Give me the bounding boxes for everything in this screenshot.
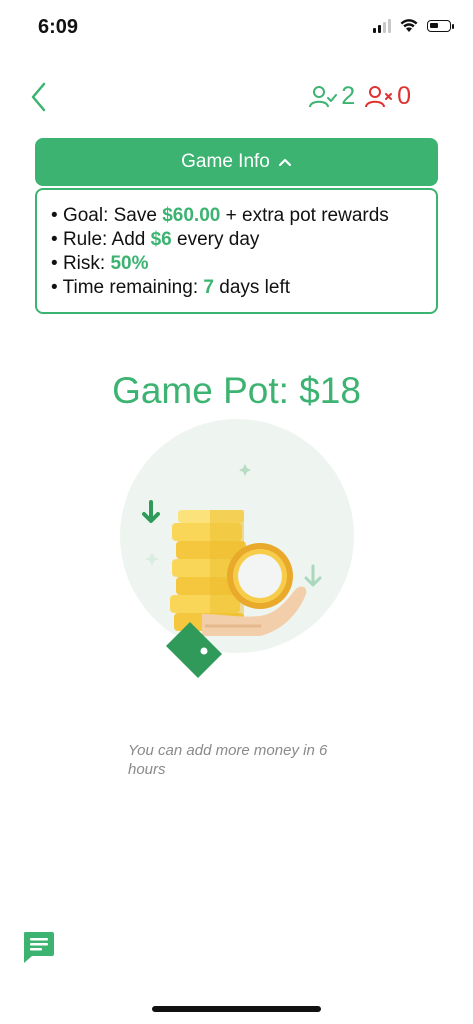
back-button[interactable] xyxy=(26,80,56,114)
time-value: 7 xyxy=(203,277,214,298)
rule-line: • Rule: Add $6 every day xyxy=(51,229,260,250)
players-status[interactable]: 2 0 xyxy=(309,82,411,111)
goal-line: • Goal: Save $60.00 + extra pot rewards xyxy=(51,205,389,226)
time-suffix: days left xyxy=(213,277,291,298)
goal-amount: $60.00 xyxy=(162,205,221,226)
game-info-toggle[interactable]: Game Info xyxy=(35,138,438,186)
chat-button[interactable] xyxy=(22,930,55,964)
user-check-icon xyxy=(309,85,338,107)
rule-suffix: every day xyxy=(171,229,260,250)
risk-line: • Risk: 50% xyxy=(51,253,149,274)
players-ok-count: 2 xyxy=(341,82,356,110)
status-time: 6:09 xyxy=(38,16,79,38)
home-indicator[interactable] xyxy=(152,1006,321,1012)
rule-amount: $6 xyxy=(150,229,172,250)
user-x-icon xyxy=(365,85,393,107)
battery-icon xyxy=(427,19,454,32)
rule-label: Rule: Add xyxy=(62,229,151,250)
chat-icon xyxy=(24,932,54,963)
game-info-panel: • Goal: Save $60.00 + extra pot rewards … xyxy=(35,188,438,314)
chevron-left-icon xyxy=(31,82,46,112)
add-money-hint: You can add more money in 6 hours xyxy=(128,742,328,778)
time-line: • Time remaining: 7 days left xyxy=(51,277,291,298)
game-info-title: Game Info xyxy=(181,151,270,172)
goal-label: Goal: Save xyxy=(62,205,163,226)
risk-label: Risk: xyxy=(62,253,111,274)
players-out-count: 0 xyxy=(397,82,411,110)
coins-hand-illustration xyxy=(120,419,354,678)
status-icons xyxy=(373,18,454,33)
cellular-signal-icon xyxy=(373,18,391,33)
time-label: Time remaining: xyxy=(62,277,204,298)
goal-suffix: + extra pot rewards xyxy=(220,205,389,226)
chevron-up-icon xyxy=(278,158,291,167)
risk-value: 50% xyxy=(110,253,149,274)
wifi-icon xyxy=(400,19,418,32)
game-pot-title: Game Pot: $18 xyxy=(112,370,361,411)
